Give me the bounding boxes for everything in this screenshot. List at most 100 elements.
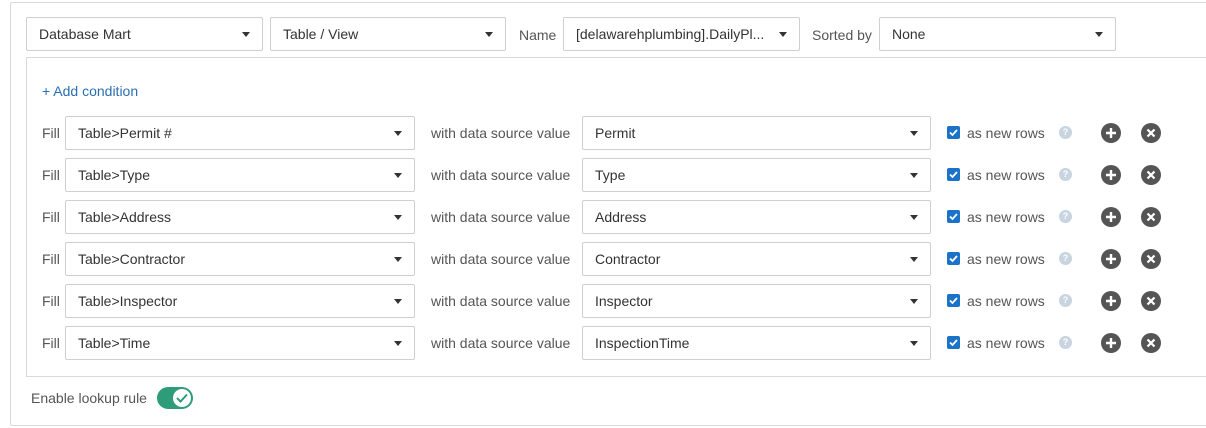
plus-circle-icon <box>1106 338 1116 348</box>
fill-label: Fill <box>42 167 60 183</box>
as-new-rows-checkbox[interactable] <box>947 168 960 181</box>
plus-circle-icon <box>1106 254 1116 264</box>
remove-row-button[interactable] <box>1141 333 1161 353</box>
sorted-by-select[interactable]: None <box>879 17 1116 51</box>
question-circle-icon[interactable]: ? <box>1059 210 1072 223</box>
question-circle-icon[interactable]: ? <box>1059 336 1072 349</box>
check-icon <box>949 297 958 305</box>
fill-label: Fill <box>42 125 60 141</box>
caret-down-icon <box>394 173 402 178</box>
caret-down-icon <box>910 173 918 178</box>
as-new-rows-checkbox[interactable] <box>947 210 960 223</box>
plus-circle-icon <box>1106 128 1116 138</box>
question-circle-icon[interactable]: ? <box>1059 252 1072 265</box>
condition-row: Fill Table>Permit # with data source val… <box>0 116 1206 150</box>
as-new-rows-checkbox[interactable] <box>947 252 960 265</box>
as-new-rows-label: as new rows <box>967 167 1045 183</box>
caret-down-icon <box>910 215 918 220</box>
remove-row-button[interactable] <box>1141 207 1161 227</box>
x-circle-icon <box>1146 212 1156 222</box>
add-row-button[interactable] <box>1101 291 1121 311</box>
target-field-value: Table>Address <box>78 209 172 225</box>
add-row-button[interactable] <box>1101 249 1121 269</box>
as-new-rows-label: as new rows <box>967 251 1045 267</box>
caret-down-icon <box>394 257 402 262</box>
as-new-rows-label: as new rows <box>967 335 1045 351</box>
source-value-select[interactable]: Contractor <box>582 242 931 276</box>
source-value: InspectionTime <box>595 335 690 351</box>
source-value-select[interactable]: Type <box>582 158 931 192</box>
source-select-value: Database Mart <box>39 26 131 42</box>
source-value-select[interactable]: Permit <box>582 116 931 150</box>
target-field-value: Table>Inspector <box>78 293 178 309</box>
target-field-select[interactable]: Table>Permit # <box>65 116 415 150</box>
add-condition-link[interactable]: + Add condition <box>42 81 138 101</box>
plus-circle-icon <box>1106 296 1116 306</box>
check-icon <box>949 171 958 179</box>
x-circle-icon <box>1146 170 1156 180</box>
type-select-value: Table / View <box>283 26 359 42</box>
as-new-rows-label: as new rows <box>967 209 1045 225</box>
source-value-select[interactable]: InspectionTime <box>582 326 931 360</box>
sorted-by-label: Sorted by <box>812 27 872 43</box>
source-value-select[interactable]: Inspector <box>582 284 931 318</box>
name-select-value: [delawarehplumbing].DailyPl... <box>576 26 765 42</box>
check-icon <box>949 213 958 221</box>
target-field-select[interactable]: Table>Inspector <box>65 284 415 318</box>
with-source-label: with data source value <box>431 209 571 225</box>
remove-row-button[interactable] <box>1141 249 1161 269</box>
add-row-button[interactable] <box>1101 207 1121 227</box>
source-value: Type <box>595 167 626 183</box>
target-field-select[interactable]: Table>Time <box>65 326 415 360</box>
target-field-select[interactable]: Table>Address <box>65 200 415 234</box>
caret-down-icon <box>394 341 402 346</box>
target-field-select[interactable]: Table>Contractor <box>65 242 415 276</box>
name-select[interactable]: [delawarehplumbing].DailyPl... <box>563 17 800 51</box>
enable-lookup-toggle[interactable] <box>157 387 193 409</box>
caret-down-icon <box>485 32 493 37</box>
target-field-value: Table>Type <box>78 167 150 183</box>
source-value: Address <box>595 209 647 225</box>
caret-down-icon <box>779 32 787 37</box>
caret-down-icon <box>394 215 402 220</box>
source-value: Contractor <box>595 251 661 267</box>
as-new-rows-checkbox[interactable] <box>947 294 960 307</box>
condition-row: Fill Table>Inspector with data source va… <box>0 284 1206 318</box>
fill-label: Fill <box>42 209 60 225</box>
remove-row-button[interactable] <box>1141 291 1161 311</box>
fill-label: Fill <box>42 251 60 267</box>
caret-down-icon <box>910 257 918 262</box>
with-source-label: with data source value <box>431 125 571 141</box>
type-select[interactable]: Table / View <box>270 17 506 51</box>
toggle-knob <box>173 389 191 407</box>
source-value: Permit <box>595 125 636 141</box>
remove-row-button[interactable] <box>1141 165 1161 185</box>
caret-down-icon <box>910 131 918 136</box>
source-select[interactable]: Database Mart <box>26 17 263 51</box>
add-row-button[interactable] <box>1101 123 1121 143</box>
add-row-button[interactable] <box>1101 165 1121 185</box>
with-source-label: with data source value <box>431 293 571 309</box>
target-field-select[interactable]: Table>Type <box>65 158 415 192</box>
remove-row-button[interactable] <box>1141 123 1161 143</box>
caret-down-icon <box>1095 32 1103 37</box>
target-field-value: Table>Time <box>78 335 151 351</box>
condition-row: Fill Table>Type with data source value T… <box>0 158 1206 192</box>
caret-down-icon <box>242 32 250 37</box>
plus-circle-icon <box>1106 212 1116 222</box>
name-label: Name <box>519 27 557 43</box>
as-new-rows-checkbox[interactable] <box>947 336 960 349</box>
with-source-label: with data source value <box>431 335 571 351</box>
caret-down-icon <box>910 341 918 346</box>
as-new-rows-checkbox[interactable] <box>947 126 960 139</box>
fill-label: Fill <box>42 293 60 309</box>
caret-down-icon <box>910 299 918 304</box>
as-new-rows-label: as new rows <box>967 293 1045 309</box>
plus-circle-icon <box>1106 170 1116 180</box>
question-circle-icon[interactable]: ? <box>1059 294 1072 307</box>
with-source-label: with data source value <box>431 167 571 183</box>
question-circle-icon[interactable]: ? <box>1059 168 1072 181</box>
question-circle-icon[interactable]: ? <box>1059 126 1072 139</box>
add-row-button[interactable] <box>1101 333 1121 353</box>
source-value-select[interactable]: Address <box>582 200 931 234</box>
